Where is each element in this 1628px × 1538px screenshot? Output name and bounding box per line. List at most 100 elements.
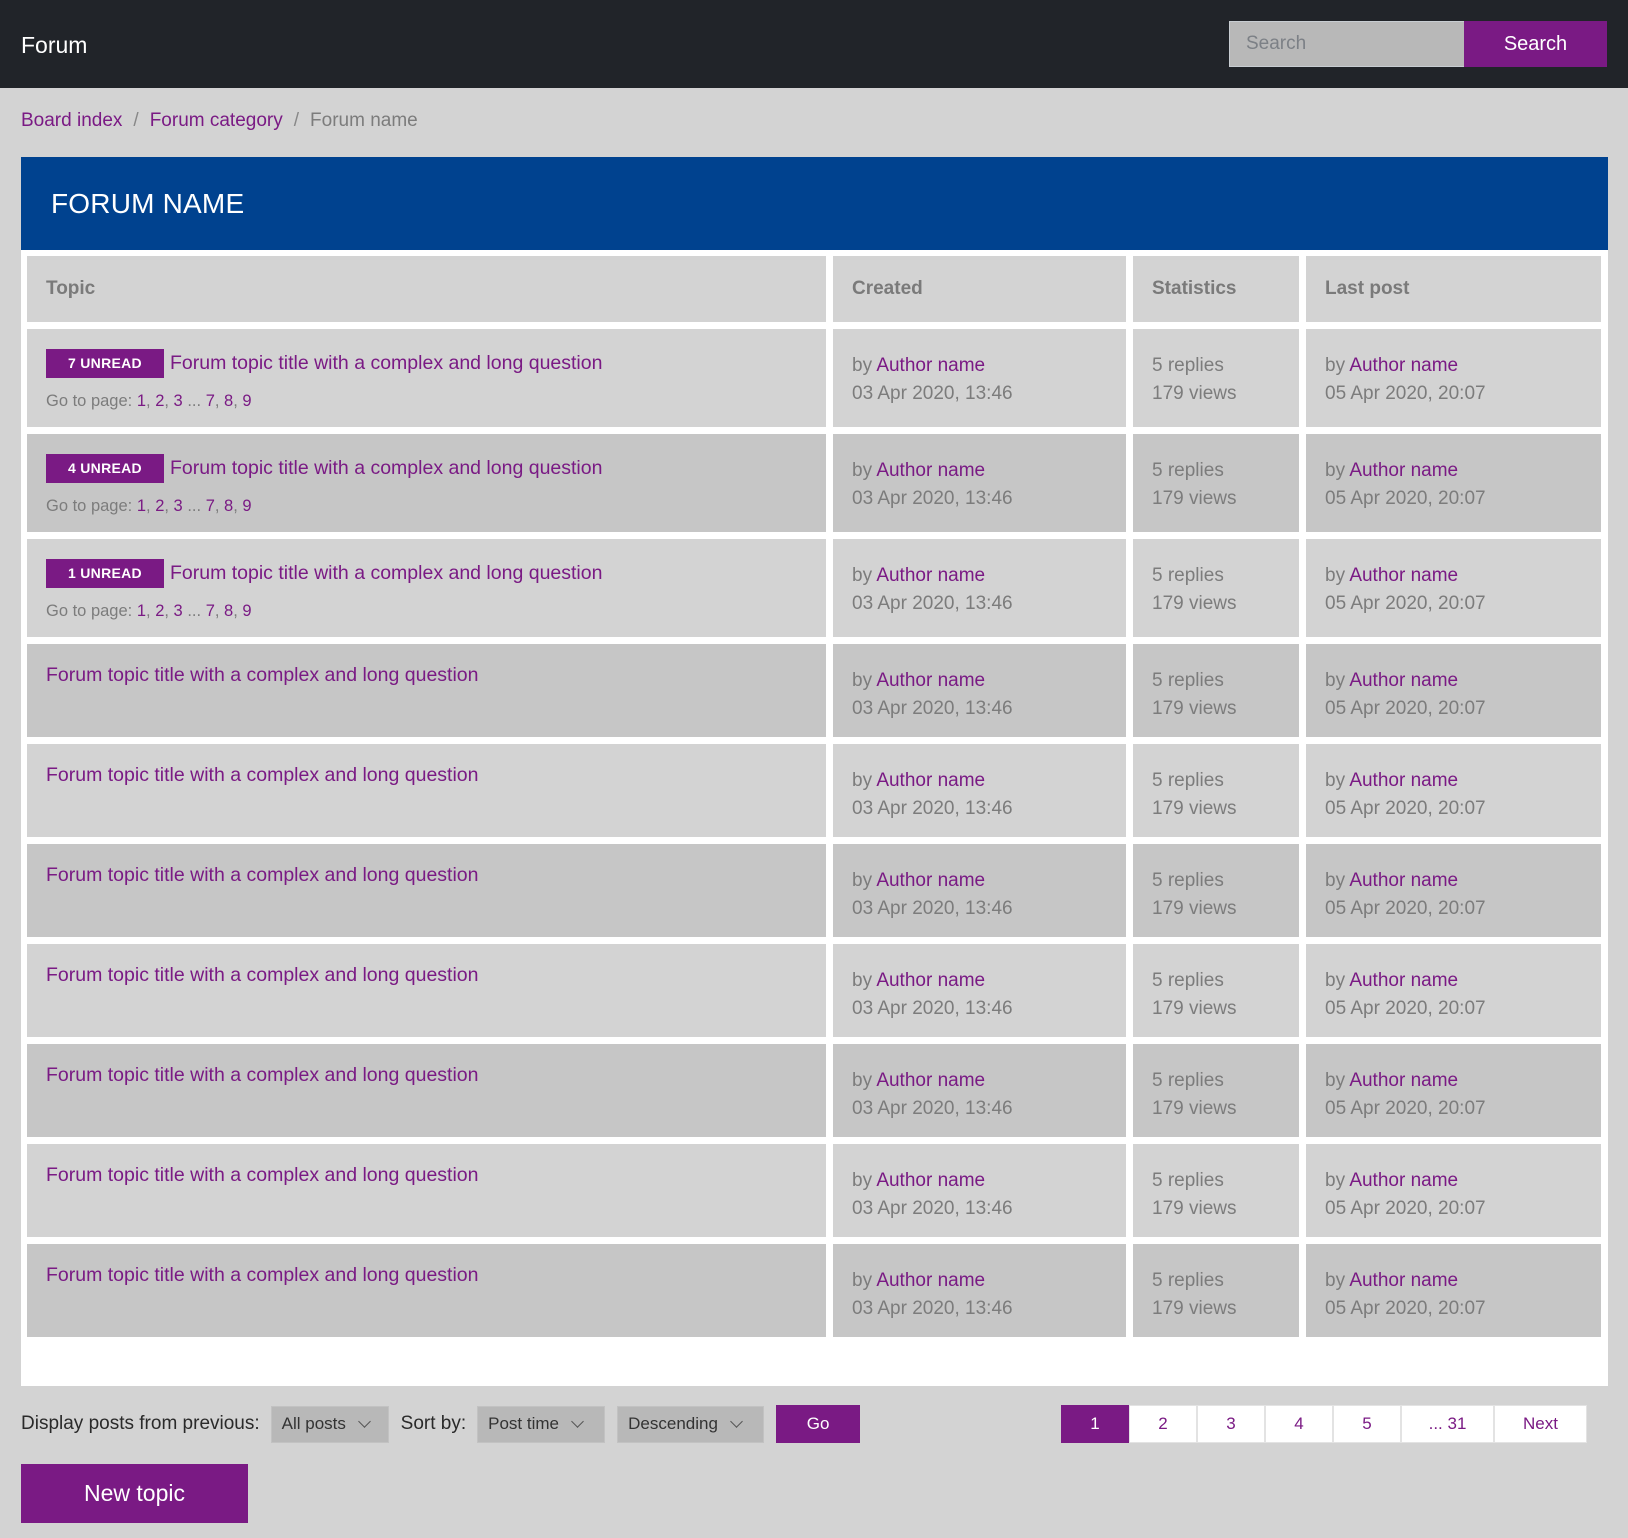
topic-title-link[interactable]: Forum topic title with a complex and lon… bbox=[170, 457, 602, 480]
goto-page-link[interactable]: 9 bbox=[242, 392, 251, 410]
search-input[interactable] bbox=[1229, 21, 1465, 67]
goto-page-link[interactable]: 3 bbox=[174, 602, 183, 620]
author-link[interactable]: Author name bbox=[1349, 1270, 1458, 1291]
author-link[interactable]: Author name bbox=[1349, 355, 1458, 376]
pagination-next[interactable]: Next bbox=[1494, 1405, 1587, 1443]
goto-page-link[interactable]: 9 bbox=[242, 602, 251, 620]
unread-badge[interactable]: 1 UNREAD bbox=[46, 559, 164, 588]
by-label: by bbox=[1325, 1270, 1346, 1291]
statistics-cell: 5 replies 179 views bbox=[1133, 329, 1299, 427]
goto-page-link[interactable]: 3 bbox=[174, 497, 183, 515]
pagination-page[interactable]: ... 31 bbox=[1401, 1405, 1494, 1443]
go-button[interactable]: Go bbox=[776, 1405, 861, 1443]
goto-page-link[interactable]: 2 bbox=[155, 497, 164, 515]
created-date: 03 Apr 2020, 13:46 bbox=[852, 488, 1013, 509]
topic-cell: Forum topic title with a complex and lon… bbox=[27, 1244, 826, 1337]
views-count: 179 views bbox=[1152, 488, 1237, 509]
sort-order-select[interactable]: Descending bbox=[617, 1405, 765, 1443]
created-cell: by Author name 03 Apr 2020, 13:46 bbox=[833, 1044, 1126, 1137]
goto-page-link[interactable]: 9 bbox=[242, 497, 251, 515]
views-count: 179 views bbox=[1152, 898, 1237, 919]
topic-line: Forum topic title with a complex and lon… bbox=[46, 964, 826, 987]
breadcrumb-forum-category[interactable]: Forum category bbox=[150, 110, 283, 132]
goto-label: Go to page: bbox=[46, 497, 133, 515]
goto-page-link[interactable]: 7 bbox=[206, 602, 215, 620]
topic-cell: 4 UNREAD Forum topic title with a complex… bbox=[27, 434, 826, 532]
topic-title-link[interactable]: Forum topic title with a complex and lon… bbox=[46, 964, 478, 987]
author-link[interactable]: Author name bbox=[1349, 770, 1458, 791]
topic-title-link[interactable]: Forum topic title with a complex and lon… bbox=[170, 352, 602, 375]
topic-title-link[interactable]: Forum topic title with a complex and lon… bbox=[46, 664, 478, 687]
by-label: by bbox=[1325, 1170, 1346, 1191]
last-post-date: 05 Apr 2020, 20:07 bbox=[1325, 383, 1486, 404]
topic-table: Topic Created Statistics Last post 7 UNR… bbox=[21, 250, 1608, 1386]
sort-by-select[interactable]: Post time bbox=[477, 1405, 606, 1443]
topic-title-link[interactable]: Forum topic title with a complex and lon… bbox=[46, 1164, 478, 1187]
author-link[interactable]: Author name bbox=[1349, 460, 1458, 481]
pagination-page[interactable]: 5 bbox=[1333, 1405, 1401, 1443]
by-label: by bbox=[852, 770, 873, 791]
last-post-cell: by Author name 05 Apr 2020, 20:07 bbox=[1306, 1244, 1601, 1337]
views-count: 179 views bbox=[1152, 698, 1237, 719]
unread-badge[interactable]: 4 UNREAD bbox=[46, 454, 164, 483]
goto-page-link[interactable]: 8 bbox=[224, 497, 233, 515]
goto-page-link[interactable]: 7 bbox=[206, 392, 215, 410]
author-link[interactable]: Author name bbox=[876, 870, 985, 891]
author-link[interactable]: Author name bbox=[1349, 870, 1458, 891]
forum-header: FORUM NAME bbox=[21, 157, 1608, 250]
author-link[interactable]: Author name bbox=[1349, 1070, 1458, 1091]
unread-badge[interactable]: 7 UNREAD bbox=[46, 349, 164, 378]
author-link[interactable]: Author name bbox=[1349, 670, 1458, 691]
breadcrumb-current: Forum name bbox=[310, 110, 418, 131]
new-topic-button[interactable]: New topic bbox=[21, 1464, 248, 1523]
topic-line: Forum topic title with a complex and lon… bbox=[46, 1264, 826, 1287]
chevron-down-icon bbox=[571, 1415, 584, 1428]
goto-page-link[interactable]: 1 bbox=[137, 497, 146, 515]
author-link[interactable]: Author name bbox=[876, 1170, 985, 1191]
goto-page-link[interactable]: 2 bbox=[155, 392, 164, 410]
topic-title-link[interactable]: Forum topic title with a complex and lon… bbox=[46, 764, 478, 787]
goto-page-link[interactable]: 1 bbox=[137, 392, 146, 410]
author-link[interactable]: Author name bbox=[876, 460, 985, 481]
replies-count: 5 replies bbox=[1152, 1170, 1224, 1191]
goto-page-link[interactable]: 7 bbox=[206, 497, 215, 515]
pagination-page[interactable]: 1 bbox=[1061, 1405, 1129, 1443]
created-date: 03 Apr 2020, 13:46 bbox=[852, 383, 1013, 404]
topic-title-link[interactable]: Forum topic title with a complex and lon… bbox=[170, 562, 602, 585]
author-link[interactable]: Author name bbox=[1349, 970, 1458, 991]
author-link[interactable]: Author name bbox=[876, 565, 985, 586]
author-link[interactable]: Author name bbox=[1349, 1170, 1458, 1191]
goto-page-link[interactable]: 3 bbox=[174, 392, 183, 410]
author-link[interactable]: Author name bbox=[876, 970, 985, 991]
created-by: by Author name bbox=[852, 1167, 1126, 1195]
goto-page-link[interactable]: 8 bbox=[224, 602, 233, 620]
author-link[interactable]: Author name bbox=[876, 670, 985, 691]
last-post-by: by Author name bbox=[1325, 1267, 1601, 1295]
display-posts-select[interactable]: All posts bbox=[270, 1405, 389, 1443]
goto-page-link[interactable]: 2 bbox=[155, 602, 164, 620]
search-button[interactable]: Search bbox=[1464, 21, 1607, 67]
author-link[interactable]: Author name bbox=[876, 1070, 985, 1091]
last-post-cell: by Author name 05 Apr 2020, 20:07 bbox=[1306, 644, 1601, 737]
goto-page-link[interactable]: 1 bbox=[137, 602, 146, 620]
author-link[interactable]: Author name bbox=[876, 1270, 985, 1291]
topic-title-link[interactable]: Forum topic title with a complex and lon… bbox=[46, 1264, 478, 1287]
created-date: 03 Apr 2020, 13:46 bbox=[852, 898, 1013, 919]
created-cell: by Author name 03 Apr 2020, 13:46 bbox=[833, 1244, 1126, 1337]
brand-link[interactable]: Forum bbox=[21, 32, 87, 59]
topic-title-link[interactable]: Forum topic title with a complex and lon… bbox=[46, 1064, 478, 1087]
goto-page-link[interactable]: 8 bbox=[224, 392, 233, 410]
views-count: 179 views bbox=[1152, 1098, 1237, 1119]
pagination-page[interactable]: 4 bbox=[1265, 1405, 1333, 1443]
author-link[interactable]: Author name bbox=[876, 770, 985, 791]
pagination-page[interactable]: 3 bbox=[1197, 1405, 1265, 1443]
topic-cell: Forum topic title with a complex and lon… bbox=[27, 744, 826, 837]
last-post-cell: by Author name 05 Apr 2020, 20:07 bbox=[1306, 944, 1601, 1037]
author-link[interactable]: Author name bbox=[1349, 565, 1458, 586]
author-link[interactable]: Author name bbox=[876, 355, 985, 376]
topic-title-link[interactable]: Forum topic title with a complex and lon… bbox=[46, 864, 478, 887]
breadcrumb-board-index[interactable]: Board index bbox=[21, 110, 122, 132]
pagination-page[interactable]: 2 bbox=[1129, 1405, 1197, 1443]
views-count: 179 views bbox=[1152, 798, 1237, 819]
breadcrumb-separator: / bbox=[293, 110, 300, 131]
